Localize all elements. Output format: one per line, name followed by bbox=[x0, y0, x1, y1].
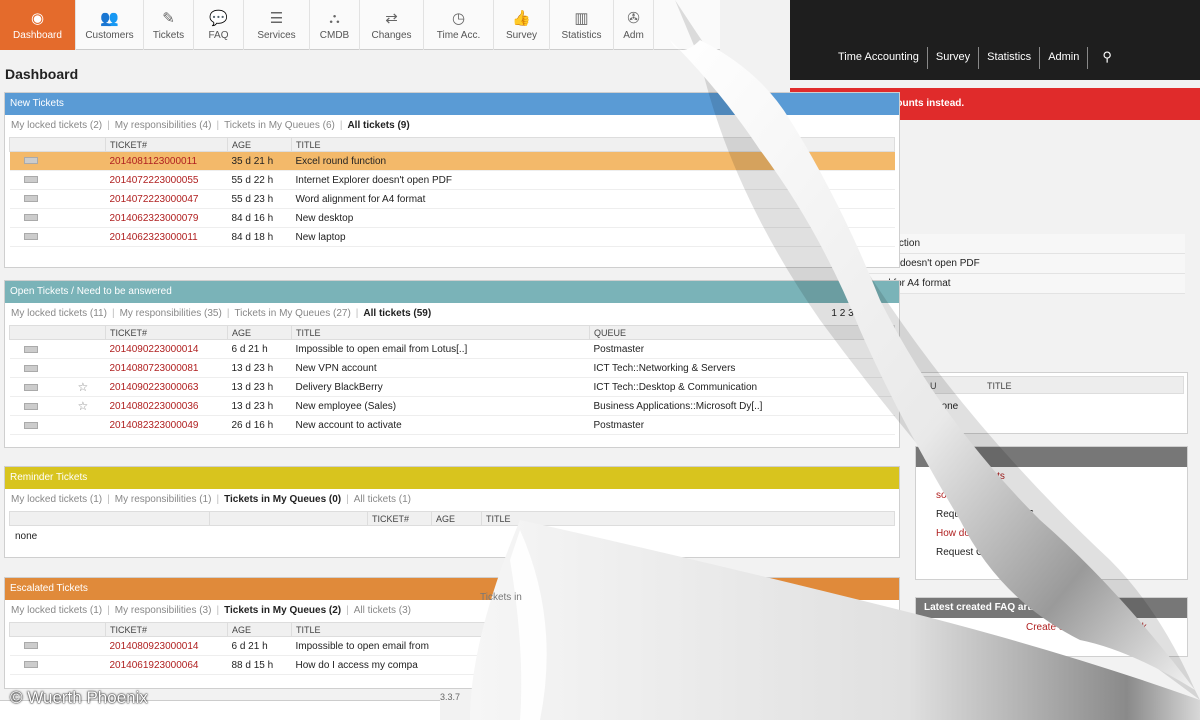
version-label: 3.3.7 bbox=[440, 692, 461, 702]
page-curl-graphic bbox=[470, 0, 1200, 720]
behind-curl-text: Tickets in bbox=[480, 592, 522, 603]
copyright-watermark: © Wuerth Phoenix bbox=[10, 688, 148, 707]
